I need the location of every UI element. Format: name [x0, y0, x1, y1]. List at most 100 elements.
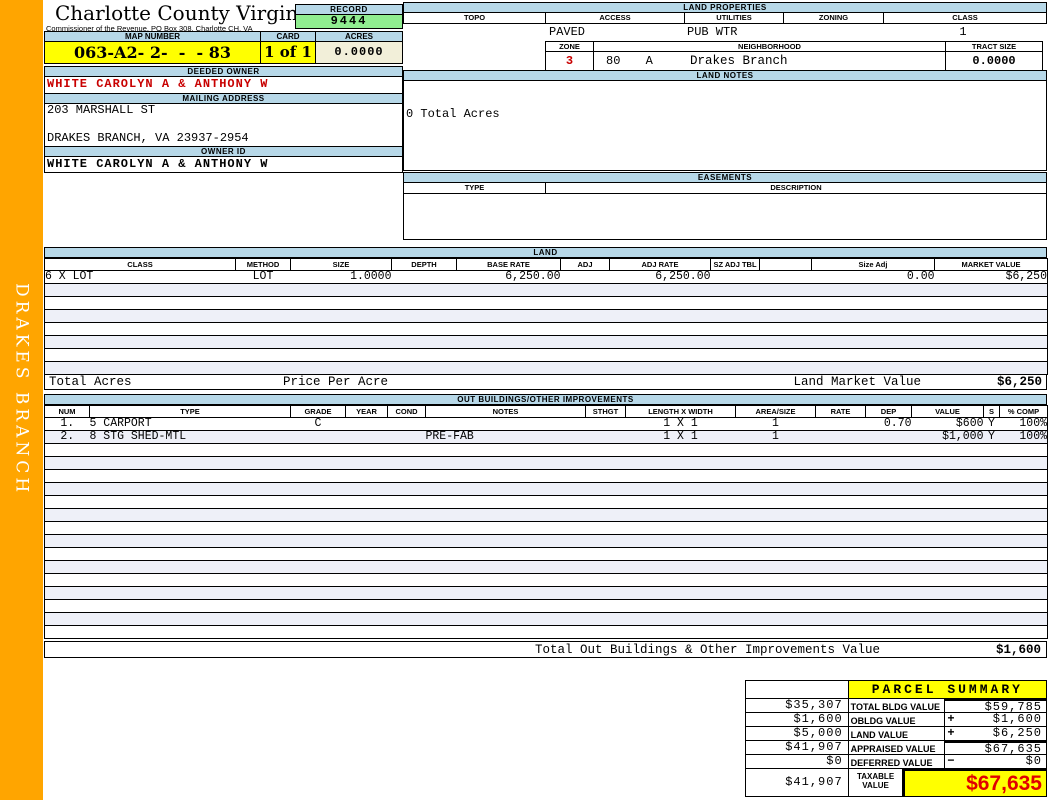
parcel-summary-table: PARCEL SUMMARY $35,307 TOTAL BLDG VALUE …: [745, 680, 1047, 797]
land-col-size-adj: Size Adj: [811, 258, 935, 271]
summary-row-appraised: $41,907 APPRAISED VALUE $67,635: [746, 741, 1047, 756]
outb-length-width: 1 X 1: [625, 430, 736, 444]
land-size-value: 1.0000: [290, 270, 392, 284]
outb-year: [345, 417, 388, 431]
land-col-depth: DEPTH: [391, 258, 457, 271]
outb-s-flag: Y: [983, 417, 1000, 431]
land-notes-title: LAND NOTES: [403, 70, 1047, 81]
row-label: OBLDG VALUE: [848, 713, 946, 727]
outb-grade: [290, 430, 346, 444]
land-empty-row: [44, 335, 1048, 349]
card-label: CARD: [260, 31, 315, 42]
land-empty-row: [44, 348, 1048, 362]
outb-col-rate: RATE: [815, 405, 866, 418]
outb-cond: [387, 430, 426, 444]
row-label: TOTAL BLDG VALUE: [848, 699, 946, 713]
land-market-value-cell: $6,250: [934, 270, 1048, 284]
outb-col-area-size: AREA/SIZE: [735, 405, 816, 418]
zone-value: 3: [545, 52, 593, 71]
summary-row-obldg: $1,600 OBLDG VALUE + $1,600: [746, 713, 1047, 727]
outb-num: 2.: [44, 430, 90, 444]
owner-id-label: OWNER ID: [44, 146, 403, 157]
utilities-label: UTILITIES: [684, 13, 783, 24]
topo-label: TOPO: [403, 13, 545, 24]
land-market-value-label: Land Market Value: [793, 375, 921, 389]
summary-row-deferred: $0 DEFERRED VALUE − $0: [746, 755, 1047, 769]
deeded-owner-label: DEEDED OWNER: [44, 66, 403, 77]
deeded-owner-value: WHITE CAROLYN A & ANTHONY W: [47, 77, 269, 91]
land-size-adj-value: 0.00: [811, 270, 935, 284]
outb-empty-row: [44, 573, 1048, 587]
record-box: RECORD 9444: [295, 4, 403, 29]
outb-length-width: 1 X 1: [625, 417, 736, 431]
land-properties-section: LAND PROPERTIES TOPO ACCESS UTILITIES ZO…: [403, 2, 1047, 71]
land-empty-row: [44, 361, 1048, 375]
price-per-acre-label: Price Per Acre: [283, 375, 389, 389]
map-header-row: MAP NUMBER CARD ACRES: [44, 31, 403, 42]
land-empty-row: [44, 309, 1048, 323]
outb-empty-row: [44, 612, 1048, 626]
neighborhood-code: 80: [606, 54, 621, 68]
land-base-rate-value: 6,250.00: [456, 270, 561, 284]
property-record-card: DRAKES BRANCH Charlotte County Virginia …: [0, 0, 1050, 800]
land-table-row: 6 X LOT LOT 1.0000 6,250.00 6,250.00 0.0…: [44, 270, 1048, 284]
parcel-summary-corner-cell: [746, 681, 849, 699]
land-col-base-rate: BASE RATE: [456, 258, 561, 271]
outb-cond: [387, 417, 426, 431]
row-label: APPRAISED VALUE: [848, 741, 946, 755]
outb-year: [345, 430, 388, 444]
out-buildings-header-row: NUM TYPE GRADE YEAR COND NOTES STHGT LEN…: [44, 405, 1048, 418]
class-value: 1: [959, 25, 967, 39]
outb-grade: C: [290, 417, 346, 431]
zone-label: ZONE: [545, 41, 593, 52]
row-label: DEFERRED VALUE: [848, 755, 946, 769]
neighborhood-name: Drakes Branch: [690, 54, 788, 68]
outb-col-grade: GRADE: [290, 405, 346, 418]
outb-empty-row: [44, 534, 1048, 548]
outb-empty-row: [44, 599, 1048, 613]
map-number-label: MAP NUMBER: [44, 31, 260, 42]
outb-notes: [425, 417, 586, 431]
zone-neighborhood-table: ZONE NEIGHBORHOOD TRACT SIZE 3 80 A Drak…: [545, 41, 1043, 71]
land-properties-title: LAND PROPERTIES: [403, 2, 1047, 13]
summary-row-taxable: $41,907 TAXABLE VALUE $67,635: [746, 769, 1047, 797]
land-properties-value-row: PAVED PUB WTR 1: [403, 24, 1047, 41]
prior-value: $1,600: [746, 713, 849, 727]
neighborhood-label: NEIGHBORHOOD: [593, 41, 945, 52]
prior-value: $35,307: [746, 699, 849, 713]
outb-type: 5 CARPORT: [89, 417, 291, 431]
row-label: LAND VALUE: [848, 727, 946, 741]
land-col-size: SIZE: [290, 258, 392, 271]
prior-value: $41,907: [746, 769, 849, 797]
land-class-value: 6 X LOT: [44, 270, 236, 284]
access-label: ACCESS: [545, 13, 684, 24]
land-properties-header-row: TOPO ACCESS UTILITIES ZONING CLASS: [403, 13, 1047, 24]
out-building-row: 2. 8 STG SHED-MTL PRE-FAB 1 X 1 1 $1,000…: [44, 430, 1048, 444]
acres-label: ACRES: [315, 31, 403, 42]
parcel-summary-title: PARCEL SUMMARY: [848, 681, 1047, 699]
out-buildings-title: OUT BUILDINGS/OTHER IMPROVEMENTS: [44, 394, 1047, 405]
land-method-value: LOT: [235, 270, 291, 284]
outb-empty-row: [44, 456, 1048, 470]
outb-rate: [815, 430, 866, 444]
row-op: +: [947, 712, 956, 726]
zone-value-row: 3 80 A Drakes Branch 0.0000: [545, 52, 1043, 71]
map-number-table: MAP NUMBER CARD ACRES 063-A2- 2- - - 83 …: [44, 31, 403, 64]
land-col-adj-rate: ADJ RATE: [609, 258, 711, 271]
outb-empty-row: [44, 508, 1048, 522]
land-col-method: METHOD: [235, 258, 291, 271]
row-value: $6,250: [992, 726, 1042, 740]
easements-body: [403, 194, 1047, 240]
outb-empty-row: [44, 547, 1048, 561]
outb-col-s: S: [983, 405, 1000, 418]
zone-header-row: ZONE NEIGHBORHOOD TRACT SIZE: [545, 41, 1043, 52]
row-value: $0: [1025, 754, 1042, 768]
out-buildings-table: NUM TYPE GRADE YEAR COND NOTES STHGT LEN…: [44, 405, 1048, 639]
land-empty-row: [44, 322, 1048, 336]
map-number-value: 063-A2- 2- - - 83: [44, 42, 260, 64]
outb-empty-row: [44, 443, 1048, 457]
land-table-section: LAND CLASS METHOD SIZE DEPTH BASE RATE A…: [44, 247, 1048, 390]
map-value-row: 063-A2- 2- - - 83 1 of 1 0.0000: [44, 42, 403, 64]
outb-num: 1.: [44, 417, 90, 431]
land-table-header-row: CLASS METHOD SIZE DEPTH BASE RATE ADJ AD…: [44, 258, 1048, 271]
